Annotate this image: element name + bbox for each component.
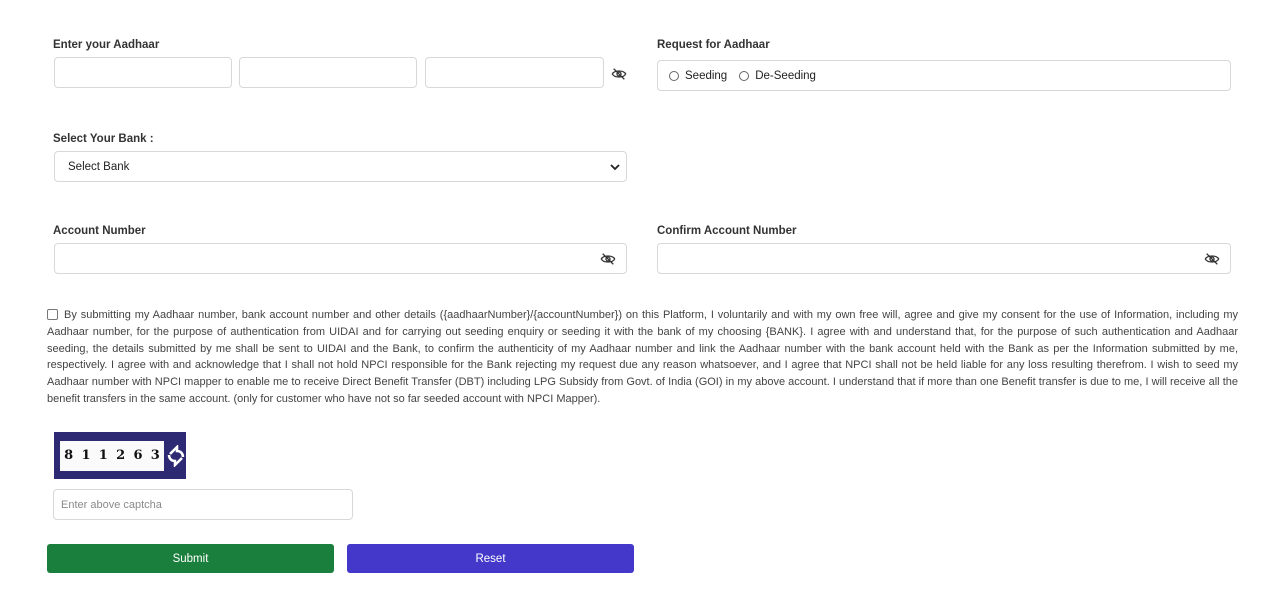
account-number-input[interactable] bbox=[54, 243, 627, 274]
aadhaar-input-1[interactable] bbox=[54, 57, 232, 88]
refresh-icon[interactable] bbox=[167, 444, 185, 467]
captcha-digit: 1 bbox=[98, 448, 108, 463]
submit-button[interactable]: Submit bbox=[47, 544, 334, 573]
de-seeding-option-label: De-Seeding bbox=[755, 69, 816, 82]
seeding-option[interactable]: Seeding bbox=[669, 70, 727, 82]
eye-off-icon[interactable] bbox=[1204, 251, 1220, 267]
aadhaar-input-3[interactable] bbox=[425, 57, 604, 88]
chevron-down-icon bbox=[610, 164, 620, 171]
bank-select-value: Select Bank bbox=[68, 160, 130, 173]
captcha-digit: 6 bbox=[133, 448, 143, 463]
confirm-account-number-input[interactable] bbox=[657, 243, 1231, 274]
captcha-image: 8 1 1 2 6 3 bbox=[54, 432, 186, 479]
de-seeding-radio[interactable] bbox=[739, 70, 750, 81]
bank-select[interactable]: Select Bank bbox=[54, 151, 627, 182]
confirm-account-number-label: Confirm Account Number bbox=[657, 225, 797, 237]
eye-off-icon[interactable] bbox=[611, 66, 627, 82]
captcha-digit: 3 bbox=[150, 448, 160, 463]
seeding-option-label: Seeding bbox=[685, 69, 728, 82]
reset-button[interactable]: Reset bbox=[347, 544, 634, 573]
eye-off-icon[interactable] bbox=[600, 251, 616, 267]
captcha-digit: 1 bbox=[81, 448, 91, 463]
aadhaar-input-2[interactable] bbox=[239, 57, 417, 88]
captcha-input-placeholder: Enter above captcha bbox=[61, 498, 162, 511]
seeding-radio[interactable] bbox=[669, 70, 679, 81]
de-seeding-option[interactable]: De-Seeding bbox=[739, 70, 816, 82]
bank-label: Select Your Bank : bbox=[53, 133, 154, 145]
captcha-digits: 8 1 1 2 6 3 bbox=[60, 440, 164, 471]
captcha-digit: 2 bbox=[116, 448, 126, 463]
captcha-input[interactable]: Enter above captcha bbox=[53, 489, 353, 520]
request-label: Request for Aadhaar bbox=[657, 39, 770, 51]
request-radio-group: Seeding De-Seeding bbox=[657, 60, 1231, 91]
aadhaar-label: Enter your Aadhaar bbox=[53, 39, 160, 51]
captcha-digit: 8 bbox=[64, 448, 74, 463]
consent-text: By submitting my Aadhaar number, bank ac… bbox=[47, 309, 1238, 405]
account-number-label: Account Number bbox=[53, 225, 146, 237]
